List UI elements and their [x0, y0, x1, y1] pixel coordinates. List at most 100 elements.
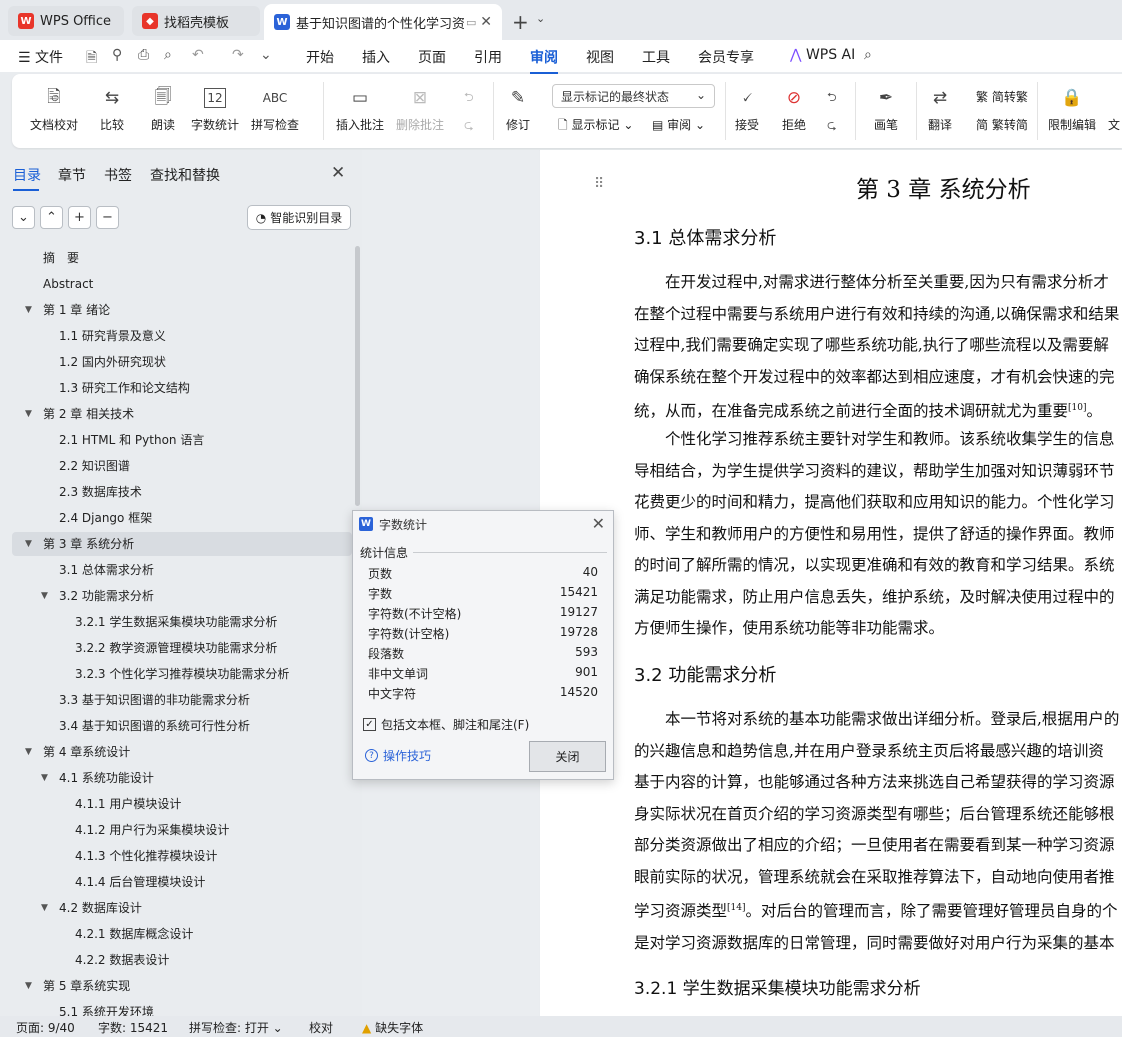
toc-item[interactable]: Abstract	[12, 272, 352, 296]
toc-item[interactable]: 摘 要	[12, 246, 352, 270]
panel-scrollbar[interactable]	[355, 246, 360, 506]
collapse-icon[interactable]: ⌄	[12, 206, 35, 229]
save-icon[interactable]: 🗎	[86, 47, 97, 71]
document-page[interactable]: ⠿ 第 3 章 系统分析 3.1 总体需求分析 在开发过程中,对需求进行整体分析…	[540, 150, 1122, 1016]
toc-item[interactable]: 3.2.3 个性化学习推荐模块功能需求分析	[12, 662, 352, 686]
expand-arrow-icon[interactable]: ▼	[41, 766, 48, 790]
toc-item[interactable]: ▼ 第 3 章 系统分析	[12, 532, 352, 556]
expand-arrow-icon[interactable]: ▼	[41, 896, 48, 920]
toc-item[interactable]: ▼ 第 1 章 绪论	[12, 298, 352, 322]
prev-change-icon[interactable]: ⮌	[827, 88, 837, 109]
chevron-down-icon[interactable]: ⌄	[536, 12, 545, 25]
expand-arrow-icon[interactable]: ▼	[25, 974, 32, 998]
menu-item-view[interactable]: 视图	[586, 47, 614, 67]
toc-item[interactable]: 1.2 国内外研究现状	[12, 350, 352, 374]
share-icon[interactable]: ⚲	[112, 47, 122, 63]
toc-item[interactable]: ▼ 4.1 系统功能设计	[12, 766, 352, 790]
more-button[interactable]: 文	[1108, 84, 1120, 133]
toc-item[interactable]: 3.1 总体需求分析	[12, 558, 352, 582]
proof-indicator[interactable]: 校对	[309, 1019, 333, 1036]
close-icon[interactable]: ✕	[592, 514, 605, 533]
expand-arrow-icon[interactable]: ▼	[25, 532, 32, 556]
menu-item-tools[interactable]: 工具	[642, 47, 670, 67]
next-change-icon[interactable]: ⮎	[827, 116, 837, 137]
tab-wps-office[interactable]: W WPS Office	[8, 6, 124, 36]
tab-document[interactable]: W 基于知识图谱的个性化学习资 ▭ ✕	[264, 4, 502, 40]
dialog-title-bar[interactable]: W 字数统计	[353, 511, 613, 537]
tips-link[interactable]: ? 操作技巧	[365, 747, 431, 764]
smart-toc-button[interactable]: ◔ 智能识别目录	[247, 205, 351, 230]
toc-item[interactable]: 4.2.2 数据表设计	[12, 948, 352, 972]
tab-toc[interactable]: 目录	[13, 165, 41, 191]
toc-item[interactable]: 1.3 研究工作和论文结构	[12, 376, 352, 400]
spell-check-indicator[interactable]: 拼写检查: 打开 ⌄	[189, 1019, 283, 1036]
menu-item-references[interactable]: 引用	[474, 47, 502, 67]
review-pane-button[interactable]: ▤ 审阅 ⌄	[652, 116, 705, 133]
remove-heading-icon[interactable]: −	[96, 206, 119, 229]
toc-item[interactable]: 2.4 Django 框架	[12, 506, 352, 530]
close-tab-icon[interactable]: ✕	[480, 14, 492, 30]
to-traditional-button[interactable]: 繁 简转繁	[976, 88, 1028, 105]
toc-item[interactable]: 2.2 知识图谱	[12, 454, 352, 478]
toc-item[interactable]: 3.3 基于知识图谱的非功能需求分析	[12, 688, 352, 712]
menu-item-page[interactable]: 页面	[418, 47, 446, 67]
word-count-button[interactable]: 12 字数统计	[191, 84, 239, 133]
expand-arrow-icon[interactable]: ▼	[25, 740, 32, 764]
toc-item[interactable]: 3.2.2 教学资源管理模块功能需求分析	[12, 636, 352, 660]
doc-check-button[interactable]: 🗟 文档校对	[30, 84, 78, 133]
next-comment-icon[interactable]: ⮎	[464, 116, 474, 137]
toc-item[interactable]: 2.3 数据库技术	[12, 480, 352, 504]
wps-ai-button[interactable]: ⋀ WPS AI	[790, 47, 855, 63]
search-icon[interactable]: ⌕	[864, 47, 872, 63]
toc-item[interactable]: ▼ 第 2 章 相关技术	[12, 402, 352, 426]
expand-arrow-icon[interactable]: ▼	[25, 298, 32, 322]
drag-handle-icon[interactable]: ⠿	[594, 176, 604, 192]
add-heading-icon[interactable]: +	[68, 206, 91, 229]
redo-icon[interactable]: ↷	[232, 47, 244, 63]
toc-item[interactable]: 1.1 研究背景及意义	[12, 324, 352, 348]
toc-item[interactable]: ▼ 第 5 章系统实现	[12, 974, 352, 998]
markup-mode-select[interactable]: 显示标记的最终状态 ⌄	[552, 84, 715, 108]
tab-bookmarks[interactable]: 书签	[104, 165, 132, 185]
toc-item[interactable]: ▼ 4.2 数据库设计	[12, 896, 352, 920]
close-button[interactable]: 关闭	[529, 741, 606, 772]
accept-button[interactable]: 🗸 接受	[735, 84, 759, 133]
read-aloud-button[interactable]: 🗐 朗读	[151, 84, 175, 133]
missing-font-indicator[interactable]: ▲ 缺失字体	[362, 1019, 423, 1036]
toc-item[interactable]: 2.1 HTML 和 Python 语言	[12, 428, 352, 452]
close-icon[interactable]: ✕	[331, 163, 345, 183]
print-icon[interactable]: ⎙	[138, 47, 149, 63]
menu-item-review[interactable]: 审阅	[530, 47, 558, 74]
toc-item[interactable]: 3.4 基于知识图谱的系统可行性分析	[12, 714, 352, 738]
expand-arrow-icon[interactable]: ▼	[41, 584, 48, 608]
reject-button[interactable]: ⊘ 拒绝	[782, 84, 806, 133]
show-markup-button[interactable]: 🗋 显示标记 ⌄	[558, 116, 633, 137]
print-preview-icon[interactable]: ⌕	[164, 47, 172, 63]
tab-docer[interactable]: ◆ 找稻壳模板	[132, 6, 260, 36]
chevron-down-icon[interactable]: ⌄	[260, 47, 272, 63]
tab-chapters[interactable]: 章节	[58, 165, 86, 185]
include-textboxes-checkbox[interactable]: ✓ 包括文本框、脚注和尾注(F)	[363, 716, 529, 733]
undo-icon[interactable]: ↶	[192, 47, 204, 63]
toc-item[interactable]: 4.1.3 个性化推荐模块设计	[12, 844, 352, 868]
menu-item-insert[interactable]: 插入	[362, 47, 390, 67]
pen-button[interactable]: ✒ 画笔	[874, 84, 898, 133]
translate-button[interactable]: ⇄ 翻译	[928, 84, 952, 133]
insert-comment-button[interactable]: ▭ 插入批注	[336, 84, 384, 133]
word-count-indicator[interactable]: 字数: 15421	[98, 1019, 168, 1036]
file-menu[interactable]: ☰ 文件	[18, 47, 63, 67]
delete-comment-button[interactable]: ⊠ 删除批注	[396, 84, 444, 133]
compare-button[interactable]: ⇆ 比较	[100, 84, 124, 133]
monitor-icon[interactable]: ▭	[466, 16, 476, 29]
spell-check-button[interactable]: ABC 拼写检查	[251, 84, 299, 133]
toc-item[interactable]: 4.2.1 数据库概念设计	[12, 922, 352, 946]
toc-item[interactable]: ▼ 3.2 功能需求分析	[12, 584, 352, 608]
menu-item-home[interactable]: 开始	[306, 47, 334, 67]
prev-comment-icon[interactable]: ⮌	[464, 88, 474, 109]
menu-item-member[interactable]: 会员专享	[698, 47, 754, 67]
page-indicator[interactable]: 页面: 9/40	[16, 1019, 75, 1036]
new-tab-button[interactable]: +	[512, 10, 529, 34]
to-simplified-button[interactable]: 简 繁转简	[976, 116, 1028, 133]
tab-find-replace[interactable]: 查找和替换	[150, 165, 220, 185]
toc-item[interactable]: 4.1.2 用户行为采集模块设计	[12, 818, 352, 842]
